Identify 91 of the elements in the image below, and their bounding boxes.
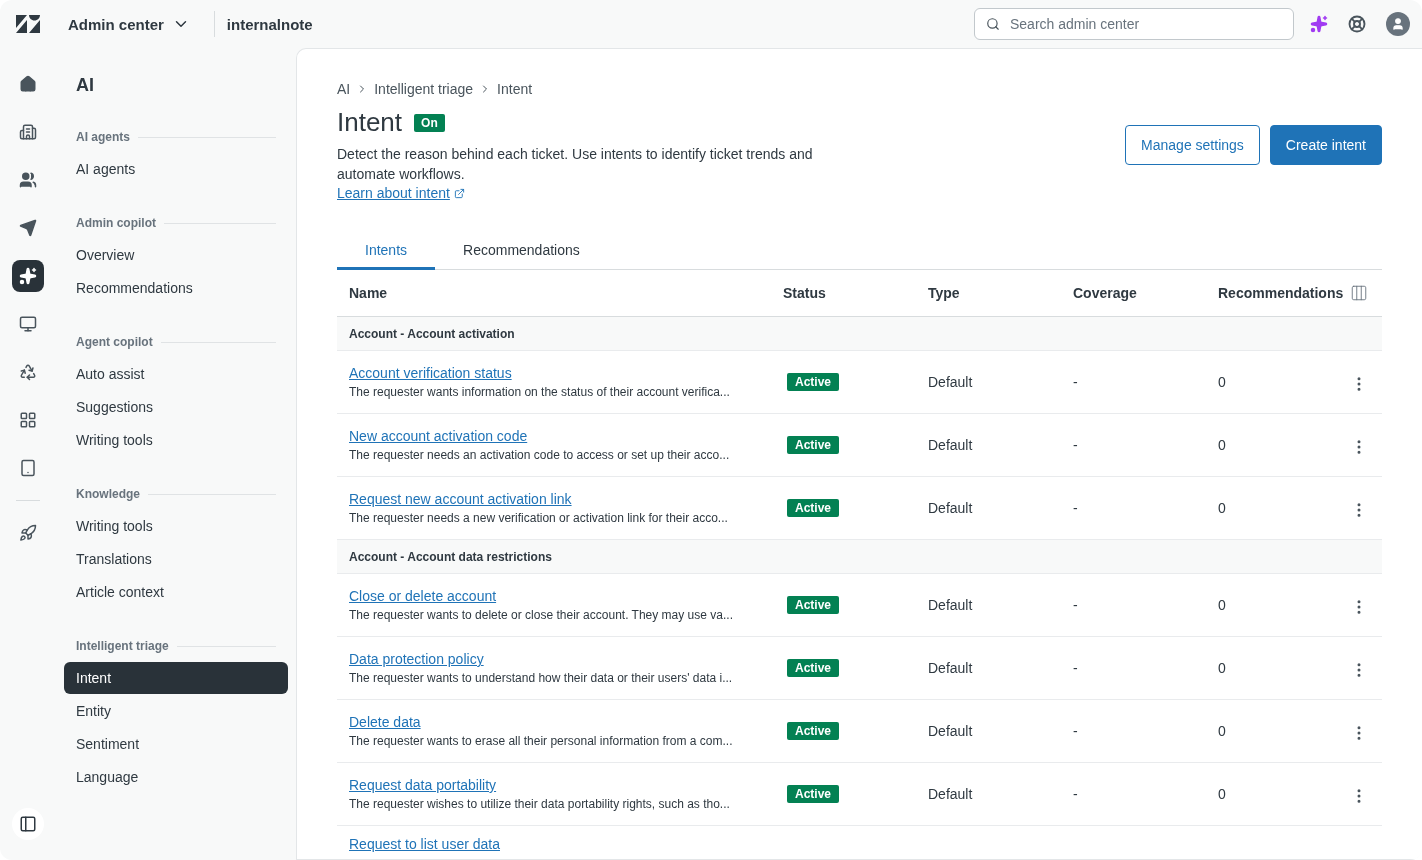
status-badge: Active [787,785,840,803]
search-icon [986,17,1000,31]
nav-item[interactable]: Writing tools [64,424,288,456]
nav-item[interactable]: Intent [64,662,288,694]
breadcrumb-item[interactable]: AI [337,81,351,97]
nav-item[interactable]: Article context [64,576,288,608]
nav-section-heading: Intelligent triage [76,639,169,653]
status-badge: Active [787,373,840,391]
coverage-cell: - [1073,786,1078,802]
help-icon[interactable] [1348,15,1366,33]
nav-section-heading: Knowledge [76,487,140,501]
column-header: Name [349,285,388,301]
create-button[interactable]: Create intent [1269,125,1382,165]
coverage-cell: - [1073,660,1078,676]
type-cell: Default [928,374,973,390]
sparkle-icon[interactable] [12,260,44,292]
intent-link[interactable]: Delete data [349,714,421,730]
nav-item[interactable]: Translations [64,543,288,575]
external-link-icon [453,187,465,199]
status-badge: Active [787,596,840,614]
intent-link[interactable]: Request data portability [349,777,497,793]
coverage-cell: - [1073,723,1078,739]
logo-icon [16,15,40,33]
type-cell: Default [928,437,973,453]
intent-description: The requester wants to erase all their personal information from a com... [349,734,734,748]
learn-link[interactable]: Learn about intent [337,185,465,201]
type-cell: Default [928,660,973,676]
tab[interactable]: Intents [337,242,436,270]
status-badge: Active [787,722,840,740]
intent-description: The requester needs an activation code to access or set up their acco... [349,448,731,462]
columns-icon[interactable] [1350,284,1368,302]
intent-link[interactable]: Request new account activation link [349,491,572,507]
panel-toggle-icon[interactable] [12,808,44,840]
tab[interactable]: Recommendations [435,242,608,270]
search-field[interactable]: Search admin center [974,8,1294,40]
status-badge: Active [787,436,840,454]
breadcrumb-item[interactable]: Intent [497,81,533,97]
intent-link[interactable]: Request to list user data [349,836,500,852]
product-name[interactable]: Admin center [68,15,164,33]
intent-description: The requester wants information on the status of their account verifica... [349,385,731,399]
nav-item[interactable]: Entity [64,695,288,727]
type-cell: Default [928,723,973,739]
recommendations-cell: 0 [1218,437,1226,453]
status-badge: Active [787,659,840,677]
column-header: Recommendations [1218,285,1344,301]
nav-title: AI [75,74,95,97]
nav-item[interactable]: Recommendations [64,272,288,304]
intent-description: The requester wishes to utilize their data portability rights, such as tho... [349,797,731,811]
coverage-cell: - [1073,597,1078,613]
column-header: Type [928,285,960,301]
intent-link[interactable]: New account activation code [349,428,528,444]
intent-link[interactable]: Close or delete account [349,588,497,604]
nav-section-heading: Admin copilot [76,216,156,230]
recommendations-cell: 0 [1218,723,1226,739]
nav-item[interactable]: Language [64,761,288,793]
intent-description: The requester wants to understand how their data or their users' data i... [349,671,734,685]
breadcrumb-item[interactable]: Intelligent triage [374,81,474,97]
column-header: Status [783,285,826,301]
nav-item[interactable]: AI agents [64,153,288,185]
account-name: internalnote [226,15,314,33]
status-badge: Active [787,499,840,517]
type-cell: Default [928,786,973,802]
nav-item[interactable]: Sentiment [64,728,288,760]
avatar-icon[interactable] [1386,12,1410,36]
type-cell: Default [928,500,973,516]
intent-description: The requester needs a new verification or activation link for their acco... [349,511,729,525]
intent-link[interactable]: Data protection policy [349,651,484,667]
nav-item[interactable]: Writing tools [64,510,288,542]
page-title: Intent [337,107,403,138]
nav-item[interactable]: Auto assist [64,358,288,390]
group-label: Account - Account data restrictions [349,549,552,564]
recommendations-cell: 0 [1218,786,1226,802]
nav-section-heading: AI agents [76,130,130,144]
recommendations-cell: 0 [1218,374,1226,390]
group-label: Account - Account activation [349,326,515,341]
column-header: Coverage [1073,285,1137,301]
intent-description: The requester wants to delete or close their account. They may use va... [349,608,734,622]
nav-item[interactable]: Suggestions [64,391,288,423]
page-description: Detect the reason behind each ticket. Use intents to identify ticket trends and automate workflows. [337,145,814,184]
nav-section-heading: Agent copilot [76,335,153,349]
coverage-cell: - [1073,500,1078,516]
status-badge: On [414,113,445,132]
recommendations-cell: 0 [1218,660,1226,676]
recommendations-cell: 0 [1218,597,1226,613]
type-cell: Default [928,597,973,613]
coverage-cell: - [1073,374,1078,390]
recommendations-cell: 0 [1218,500,1226,516]
settings-button[interactable]: Manage settings [1125,125,1260,165]
coverage-cell: - [1073,437,1078,453]
nav-item[interactable]: Overview [64,239,288,271]
intent-link[interactable]: Account verification status [349,365,512,381]
